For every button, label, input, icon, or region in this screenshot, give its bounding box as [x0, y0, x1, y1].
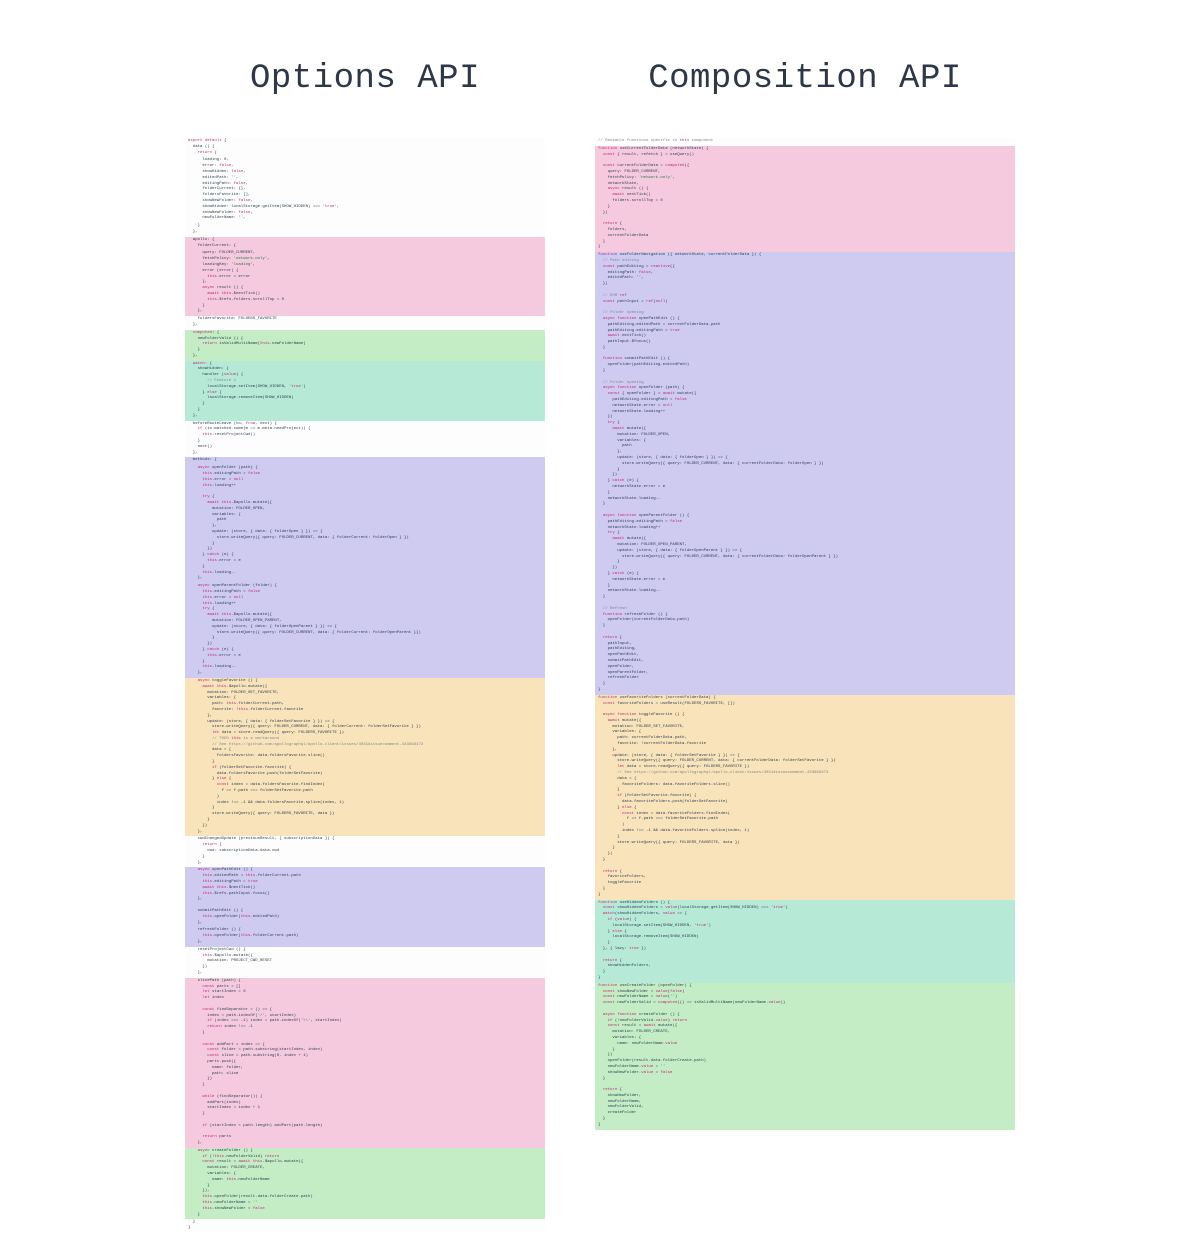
- comp-hidden-folders: function useHiddenFolders () { const sho…: [595, 900, 1015, 983]
- comp-network-state: function useCurrentFolderData (networkSt…: [595, 146, 1015, 252]
- options-open-folder: async openFolder (path) { this.editingPa…: [185, 465, 545, 583]
- composition-api-column: Composition API // Reusable functions sp…: [595, 60, 1015, 1130]
- comparison-diagram: Options API export default { data () { r…: [0, 0, 1200, 1201]
- options-apollo-body: query: FOLDER_CURRENT, fetchPolicy: 'net…: [185, 250, 545, 316]
- options-api-column: Options API export default { data () { r…: [185, 60, 545, 1233]
- options-watch: watch: { showHidden: { handler (value) {…: [185, 361, 545, 421]
- options-close: } }: [185, 1219, 545, 1233]
- options-methods-open: methods: {: [185, 457, 545, 465]
- options-open-edit: async openPathEdit () { this.editedPath …: [185, 867, 545, 927]
- options-refresh: refreshFolder () { this.openFolder(this.…: [185, 927, 545, 946]
- options-api-title: Options API: [250, 60, 480, 98]
- options-cwd-changed: cwdChangedUpdate (previousResult, { subs…: [185, 836, 545, 867]
- options-apollo-open: apollo: { folderCurrent: {: [185, 237, 545, 251]
- options-api-code: export default { data () { return { load…: [185, 138, 545, 1233]
- options-create-folder: async createFolder () { if (!this.newFol…: [185, 1148, 545, 1220]
- options-computed: computed: { newFolderValid () { return i…: [185, 330, 545, 361]
- comp-navigation: function useFolderNavigation ({ networkS…: [595, 252, 1015, 695]
- options-update-hook: beforeRouteLeave (to, from, next) { if (…: [185, 421, 545, 458]
- comp-create-folder: function useCreateFolder (openFolder) { …: [595, 983, 1015, 1130]
- comp-comment: // Reusable functions specific to this c…: [595, 138, 1015, 146]
- options-open-parent: async openParentFolder (folder) { this.e…: [185, 583, 545, 678]
- options-apollo-fav: foldersFavorite: FOLDERS_FAVORITE },: [185, 316, 545, 330]
- composition-api-title: Composition API: [648, 60, 962, 98]
- options-slice-path: slicePath (path) { const parts = [] let …: [185, 978, 545, 1148]
- comp-favorite: function useFavoriteFolders (currentFold…: [595, 695, 1015, 900]
- options-header: export default { data () { return {: [185, 138, 545, 157]
- options-data-close: } },: [185, 223, 545, 237]
- options-toggle-fav: async toggleFavorite () { await this.$ap…: [185, 678, 545, 837]
- composition-api-code: // Reusable functions specific to this c…: [595, 138, 1015, 1130]
- options-data-body: loading: 0, error: false, showHidden: fa…: [185, 157, 545, 223]
- options-reset-cwd: resetProjectCwd () { this.$apollo.mutate…: [185, 947, 545, 978]
